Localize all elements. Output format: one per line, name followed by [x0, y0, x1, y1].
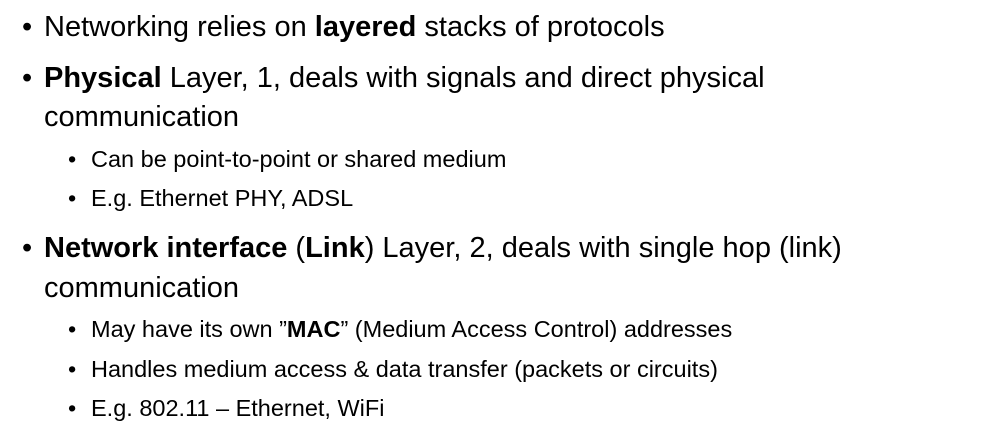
- text-segment: ” (Medium Access Control) addresses: [340, 316, 733, 342]
- bold-segment: Physical: [44, 62, 162, 94]
- sub-bullet-text: Can be point-to-point or shared medium: [91, 146, 507, 172]
- text-segment: stacks of protocols: [416, 11, 665, 43]
- text-segment: (: [287, 232, 306, 264]
- continuation-text: communication: [44, 101, 240, 133]
- bullet-dot: •: [22, 11, 33, 43]
- bold-segment: Network interface: [44, 232, 288, 264]
- continuation-text: communication: [44, 272, 240, 304]
- bold-segment: layered: [314, 11, 417, 43]
- sub-bullet-text: Handles medium access & data transfer (p…: [91, 356, 718, 382]
- bullet-dot: •: [68, 395, 77, 421]
- bullet-dot: •: [22, 62, 33, 94]
- bullet-dot: •: [22, 232, 33, 264]
- bold-segment: Link: [305, 232, 365, 264]
- slide: • Networking relies on layered stacks of…: [0, 0, 981, 440]
- text-segment: May have its own ”: [91, 316, 287, 342]
- sub-bullet-text: E.g. Ethernet PHY, ADSL: [91, 185, 354, 211]
- sub-bullet-text: E.g. 802.11 – Ethernet, WiFi: [91, 395, 385, 421]
- text-segment: Networking relies on: [44, 11, 315, 43]
- bullet-dot: •: [68, 185, 77, 211]
- sub-bullet-text: May have its own ”MAC” (Medium Access Co…: [91, 310, 732, 349]
- text-segment: Layer, 1, deals with signals and direct …: [161, 62, 765, 94]
- bullet-dot: •: [68, 356, 77, 382]
- text-segment: ) Layer, 2, deals with single hop (link): [364, 232, 842, 264]
- bullet-text: Physical Layer, 1, deals with signals an…: [44, 58, 765, 98]
- bullet-dot: •: [68, 146, 77, 172]
- bullet-text: Network interface (Link) Layer, 2, deals…: [44, 228, 842, 268]
- bold-segment: MAC: [286, 316, 341, 342]
- bullet-text: Networking relies on layered stacks of p…: [44, 7, 665, 47]
- bullet-dot: •: [68, 316, 77, 342]
